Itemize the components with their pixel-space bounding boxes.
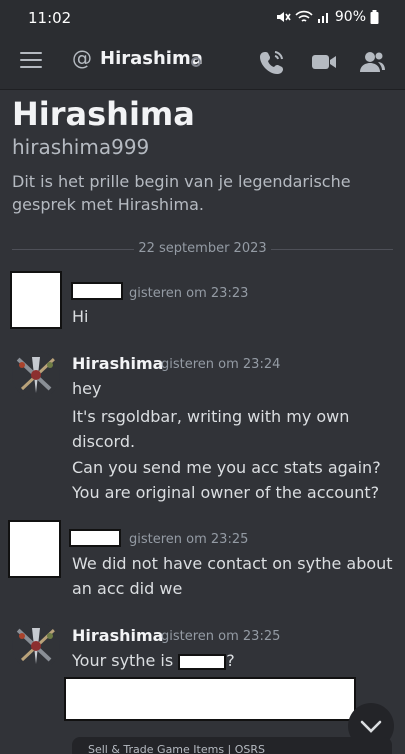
recipient-name: Hirashima	[12, 95, 195, 133]
redacted-username	[69, 529, 121, 547]
message-author[interactable]: Hirashima	[72, 626, 163, 645]
message-timestamp: gisteren om 23:25	[161, 629, 281, 644]
message-text-part: ?	[226, 651, 235, 670]
offline-status-icon	[191, 57, 201, 67]
message-author[interactable]: Hirashima	[72, 354, 163, 373]
at-icon: @	[72, 46, 92, 70]
redacted-avatar	[10, 271, 62, 329]
message-text: We did not have contact on sythe about	[72, 554, 393, 573]
members-icon[interactable]	[358, 48, 386, 76]
mute-icon	[276, 12, 291, 22]
message-text: hey	[72, 379, 102, 398]
message-timestamp: gisteren om 23:25	[129, 532, 249, 547]
battery-percent: 90%	[334, 9, 366, 25]
menu-icon[interactable]	[20, 52, 42, 68]
message-timestamp: gisteren om 23:23	[129, 286, 249, 301]
message-text-part: Your sythe is	[72, 651, 179, 670]
message-timestamp: gisteren om 23:24	[161, 357, 281, 372]
message-text: It's rsgoldbar, writing with my own	[72, 407, 350, 426]
channel-header: @ Hirashima	[0, 34, 405, 90]
message-text: an acc did we	[72, 579, 183, 598]
status-icons: 90%	[275, 9, 379, 25]
conversation-intro: Dit is het prille begin van je legendari…	[12, 172, 351, 214]
message-text: You are original owner of the account?	[72, 483, 380, 502]
embed-preview[interactable]: Sell & Trade Game Items | OSRS	[72, 737, 392, 754]
redacted-username	[71, 282, 123, 300]
redacted-attachment	[64, 677, 356, 721]
battery-icon	[370, 10, 379, 24]
video-icon[interactable]	[310, 48, 338, 76]
status-bar: 11:02 90%	[0, 0, 405, 34]
message-text: Your sythe is ?	[72, 648, 235, 673]
message-text: discord.	[72, 432, 136, 451]
redacted-inline-text	[178, 653, 227, 670]
redacted-avatar	[8, 520, 61, 578]
date-divider: 22 september 2023	[12, 240, 393, 260]
wifi-icon	[295, 10, 313, 22]
call-icon[interactable]	[258, 48, 286, 76]
recipient-username: hirashima999	[12, 135, 150, 159]
channel-title[interactable]: Hirashima	[100, 48, 203, 69]
message-text: Can you send me you acc stats again?	[72, 458, 381, 477]
hirashima-avatar[interactable]	[12, 351, 60, 399]
status-time: 11:02	[28, 9, 72, 27]
signal-icon	[317, 13, 328, 23]
hirashima-avatar[interactable]	[12, 622, 60, 670]
message-text: Hi	[72, 307, 89, 326]
